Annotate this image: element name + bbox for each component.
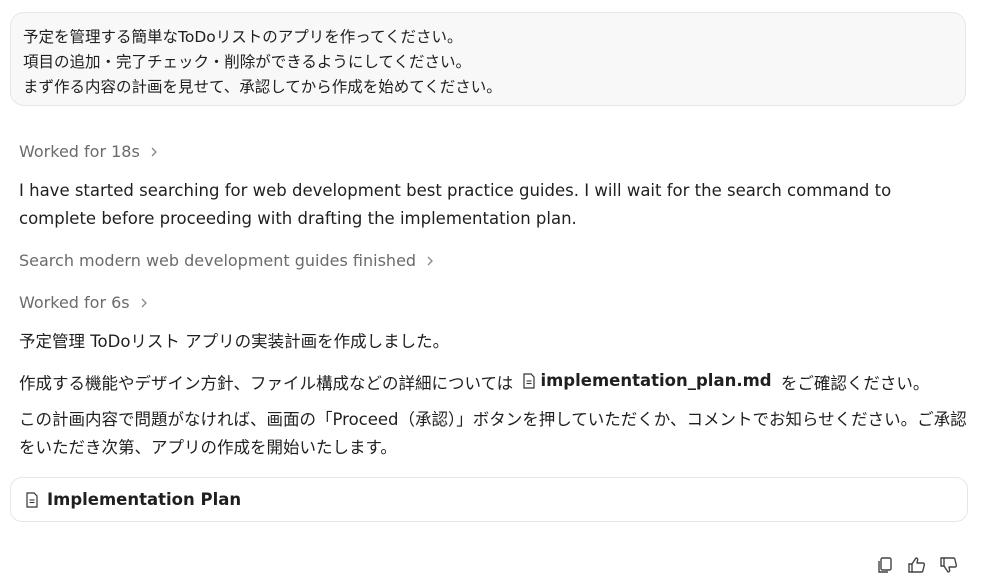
text-3-prefix: 作成する機能やデザイン方針、ファイル構成などの詳細については <box>19 374 514 393</box>
assistant-text-4: この計画内容で問題がなければ、画面の「Proceed（承認）」ボタンを押していた… <box>19 410 967 457</box>
user-message-bubble: 予定を管理する簡単なToDoリストのアプリを作ってください。 項目の追加・完了チ… <box>10 12 966 106</box>
message-actions <box>874 554 960 576</box>
thumbs-up-button[interactable] <box>906 554 928 576</box>
chevron-right-icon <box>151 147 157 156</box>
text-3-suffix: をご確認ください。 <box>780 374 930 393</box>
user-message-line: 項目の追加・完了チェック・削除ができるようにしてください。 <box>23 53 471 71</box>
thumbs-up-icon <box>908 557 926 573</box>
assistant-text-3: 作成する機能やデザイン方針、ファイル構成などの詳細については implement… <box>19 367 969 398</box>
user-message-line: 予定を管理する簡単なToDoリストのアプリを作ってください。 <box>23 28 463 46</box>
chevron-right-icon <box>141 298 147 307</box>
copy-icon <box>878 557 892 573</box>
worked-duration-label: Worked for 18s <box>19 142 140 161</box>
search-status-label: Search modern web development guides fin… <box>19 251 417 270</box>
search-status-toggle[interactable]: Search modern web development guides fin… <box>19 251 436 270</box>
file-name: implementation_plan.md <box>540 371 772 390</box>
thumbs-down-button[interactable] <box>938 554 960 576</box>
assistant-text-2: 予定管理 ToDoリスト アプリの実装計画を作成しました。 <box>19 332 450 351</box>
plan-card-title: Implementation Plan <box>47 490 242 509</box>
thumbs-down-icon <box>940 557 958 573</box>
implementation-plan-file-link[interactable]: implementation_plan.md <box>522 367 772 395</box>
copy-button[interactable] <box>874 554 896 576</box>
document-icon <box>26 491 38 508</box>
user-message-line: まず作る内容の計画を見せて、承認してから作成を始めてください。 <box>23 78 502 96</box>
worked-duration-toggle-1[interactable]: Worked for 18s <box>19 142 160 161</box>
worked-duration-toggle-2[interactable]: Worked for 6s <box>19 293 150 312</box>
assistant-text-1: I have started searching for web develop… <box>19 181 892 228</box>
document-icon <box>523 373 536 389</box>
chevron-right-icon <box>427 256 433 265</box>
worked-duration-label: Worked for 6s <box>19 293 130 312</box>
implementation-plan-card[interactable]: Implementation Plan <box>10 477 968 522</box>
